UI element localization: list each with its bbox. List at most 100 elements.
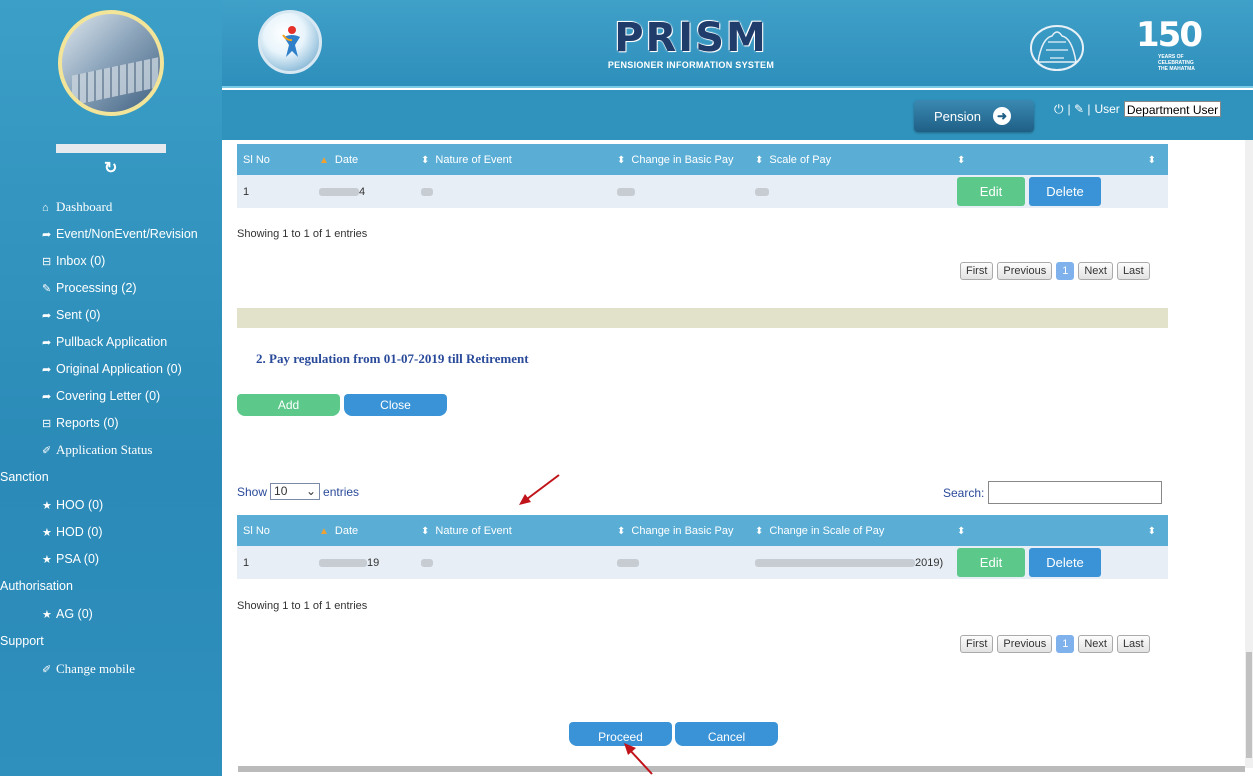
star-icon: ★ xyxy=(42,609,52,621)
col-date[interactable]: ▲ Date xyxy=(313,515,415,546)
header-label: Sl No xyxy=(243,153,270,166)
cell-sl: 1 xyxy=(237,546,313,579)
share-icon: ➦ xyxy=(42,337,52,349)
cell-scale xyxy=(749,175,951,208)
sidebar-item-ag[interactable]: ★ AG (0) xyxy=(0,603,222,630)
scrollbar-thumb[interactable] xyxy=(1246,652,1252,758)
pension-button[interactable]: Pension ➜ xyxy=(914,100,1034,132)
delete-button[interactable]: Delete xyxy=(1029,548,1101,577)
sidebar-item-original-application[interactable]: ➦ Original Application (0) xyxy=(0,358,222,385)
sidebar-item-covering-letter[interactable]: ➦ Covering Letter (0) xyxy=(0,385,222,412)
search-input[interactable] xyxy=(988,481,1163,504)
avatar[interactable] xyxy=(58,10,164,116)
sidebar-item-sent[interactable]: ➦ Sent (0) xyxy=(0,304,222,331)
col-date[interactable]: ▲ Date xyxy=(313,144,415,175)
cell-date: 19 xyxy=(313,546,415,579)
col-sl-no[interactable]: Sl No xyxy=(237,144,313,175)
sidebar-item-psa[interactable]: ★ PSA (0) xyxy=(0,548,222,575)
cancel-button[interactable]: Cancel xyxy=(675,722,778,746)
entries-select[interactable]: 10 ⌄ xyxy=(270,483,321,500)
col-change-scale-of-pay[interactable]: ⬍ Change in Scale of Pay xyxy=(749,515,951,546)
header-label: Scale of Pay xyxy=(769,153,832,166)
pager-next[interactable]: Next xyxy=(1078,262,1113,280)
sort-icon: ⬍ xyxy=(1147,525,1156,537)
sort-icon: ⬍ xyxy=(1147,154,1156,166)
star-icon: ★ xyxy=(42,554,52,566)
col-actions[interactable]: ⬍ xyxy=(951,144,1140,175)
pager-last[interactable]: Last xyxy=(1116,635,1150,653)
col-actions-2[interactable]: ⬍ xyxy=(1140,515,1168,546)
edit-button[interactable]: Edit xyxy=(957,177,1025,206)
sidebar-item-application-status[interactable]: ✐ Application Status xyxy=(0,439,222,466)
sidebar-item-label: Inbox (0) xyxy=(56,254,106,268)
sidebar-item-label: Change mobile xyxy=(56,661,136,676)
edit-button[interactable]: Edit xyxy=(957,548,1025,577)
col-change-basic-pay[interactable]: ⬍ Change in Basic Pay xyxy=(611,515,749,546)
col-nature-of-event[interactable]: ⬍ Nature of Event xyxy=(415,144,611,175)
sidebar-item-label: Original Application (0) xyxy=(56,362,182,376)
app-root: ↻ ⌂ Dashboard ➦ Event/NonEvent/Revision ⊟ I… xyxy=(0,0,1253,776)
sidebar-item-pullback[interactable]: ➦ Pullback Application xyxy=(0,331,222,358)
sidebar-item-label: Dashboard xyxy=(56,199,113,214)
section2-title: 2. Pay regulation from 01-07-2019 till R… xyxy=(256,351,529,366)
brand-title: PRISM xyxy=(614,15,768,61)
pager-last[interactable]: Last xyxy=(1116,262,1150,280)
pager-page-1[interactable]: 1 xyxy=(1056,635,1075,653)
sidebar-item-label: Reports (0) xyxy=(56,416,119,430)
avatar-image xyxy=(72,56,160,106)
vertical-scrollbar[interactable] xyxy=(1245,140,1253,768)
add-button[interactable]: Add xyxy=(237,394,340,416)
anniversary-text: YEARS OF CELEBRATING THE MAHATMA xyxy=(1158,54,1195,72)
col-actions-2[interactable]: ⬍ xyxy=(1140,144,1168,175)
table-row: 1 19 2019) Edit Delete xyxy=(237,546,1168,579)
user-role-select[interactable]: Department User xyxy=(1123,101,1222,117)
pager-page-1[interactable]: 1 xyxy=(1056,262,1075,280)
pager-previous[interactable]: Previous xyxy=(997,635,1053,653)
redacted-value xyxy=(755,558,915,567)
table1-info: Showing 1 to 1 of 1 entries xyxy=(237,228,368,240)
col-actions[interactable]: ⬍ xyxy=(951,515,1140,546)
inbox-icon: ⊟ xyxy=(42,256,52,268)
col-scale-of-pay[interactable]: ⬍ Scale of Pay xyxy=(749,144,951,175)
sidebar-item-hoo[interactable]: ★ HOO (0) xyxy=(0,494,222,521)
pay-table-2: Sl No ▲ Date ⬍ Nature of Event ⬍ Change in … xyxy=(237,515,1168,579)
col-nature-of-event[interactable]: ⬍ Nature of Event xyxy=(415,515,611,546)
table-header-row: Sl No ▲ Date ⬍ Nature of Event ⬍ Change in … xyxy=(237,144,1168,175)
sidebar-item-hod[interactable]: ★ HOD (0) xyxy=(0,521,222,548)
sidebar-item-event[interactable]: ➦ Event/NonEvent/Revision xyxy=(0,223,222,250)
sort-icon: ⬍ xyxy=(421,525,430,537)
cell-actions: Edit Delete xyxy=(951,175,1168,208)
pager-previous[interactable]: Previous xyxy=(997,262,1053,280)
pager-next[interactable]: Next xyxy=(1078,635,1113,653)
col-change-basic-pay[interactable]: ⬍ Change in Basic Pay xyxy=(611,144,749,175)
sidebar-item-change-mobile[interactable]: ✐ Change mobile xyxy=(0,658,222,685)
header-label: Sl No xyxy=(243,524,270,537)
section-divider xyxy=(237,308,1168,328)
pencil-icon: ✐ xyxy=(42,664,52,676)
pager-first[interactable]: First xyxy=(960,262,994,280)
horizontal-scrollbar[interactable] xyxy=(238,766,1245,772)
user-area: ⏻ | ✎ | User Department User xyxy=(1054,100,1222,118)
sidebar-item-label: HOO (0) xyxy=(56,498,104,512)
anniversary-number: 150 xyxy=(1136,15,1203,55)
sidebar-item-inbox[interactable]: ⊟ Inbox (0) xyxy=(0,250,222,277)
col-sl-no[interactable]: Sl No xyxy=(237,515,313,546)
cell-date-tail: 19 xyxy=(367,556,380,569)
refresh-icon[interactable]: ↻ xyxy=(104,158,117,178)
sidebar-item-label: PSA (0) xyxy=(56,552,100,566)
sidebar-item-label: Processing (2) xyxy=(56,281,137,295)
sidebar-item-processing[interactable]: ✎ Processing (2) xyxy=(0,277,222,304)
header-label: Change in Basic Pay xyxy=(631,153,734,166)
pager-first[interactable]: First xyxy=(960,635,994,653)
sidebar-item-reports[interactable]: ⊟ Reports (0) xyxy=(0,412,222,439)
username-redacted xyxy=(56,144,166,153)
pay-table-1: Sl No ▲ Date ⬍ Nature of Event ⬍ Change in … xyxy=(237,144,1168,208)
delete-button[interactable]: Delete xyxy=(1029,177,1101,206)
star-icon: ★ xyxy=(42,527,52,539)
close-button[interactable]: Close xyxy=(344,394,447,416)
cell-date-tail: 4 xyxy=(359,185,366,198)
power-icon[interactable]: ⏻ xyxy=(1054,102,1064,117)
sidebar-item-label: Event/NonEvent/Revision xyxy=(56,227,198,241)
sidebar-item-dashboard[interactable]: ⌂ Dashboard xyxy=(0,196,222,223)
table1-pager: First Previous 1 Next Last xyxy=(960,262,1150,280)
